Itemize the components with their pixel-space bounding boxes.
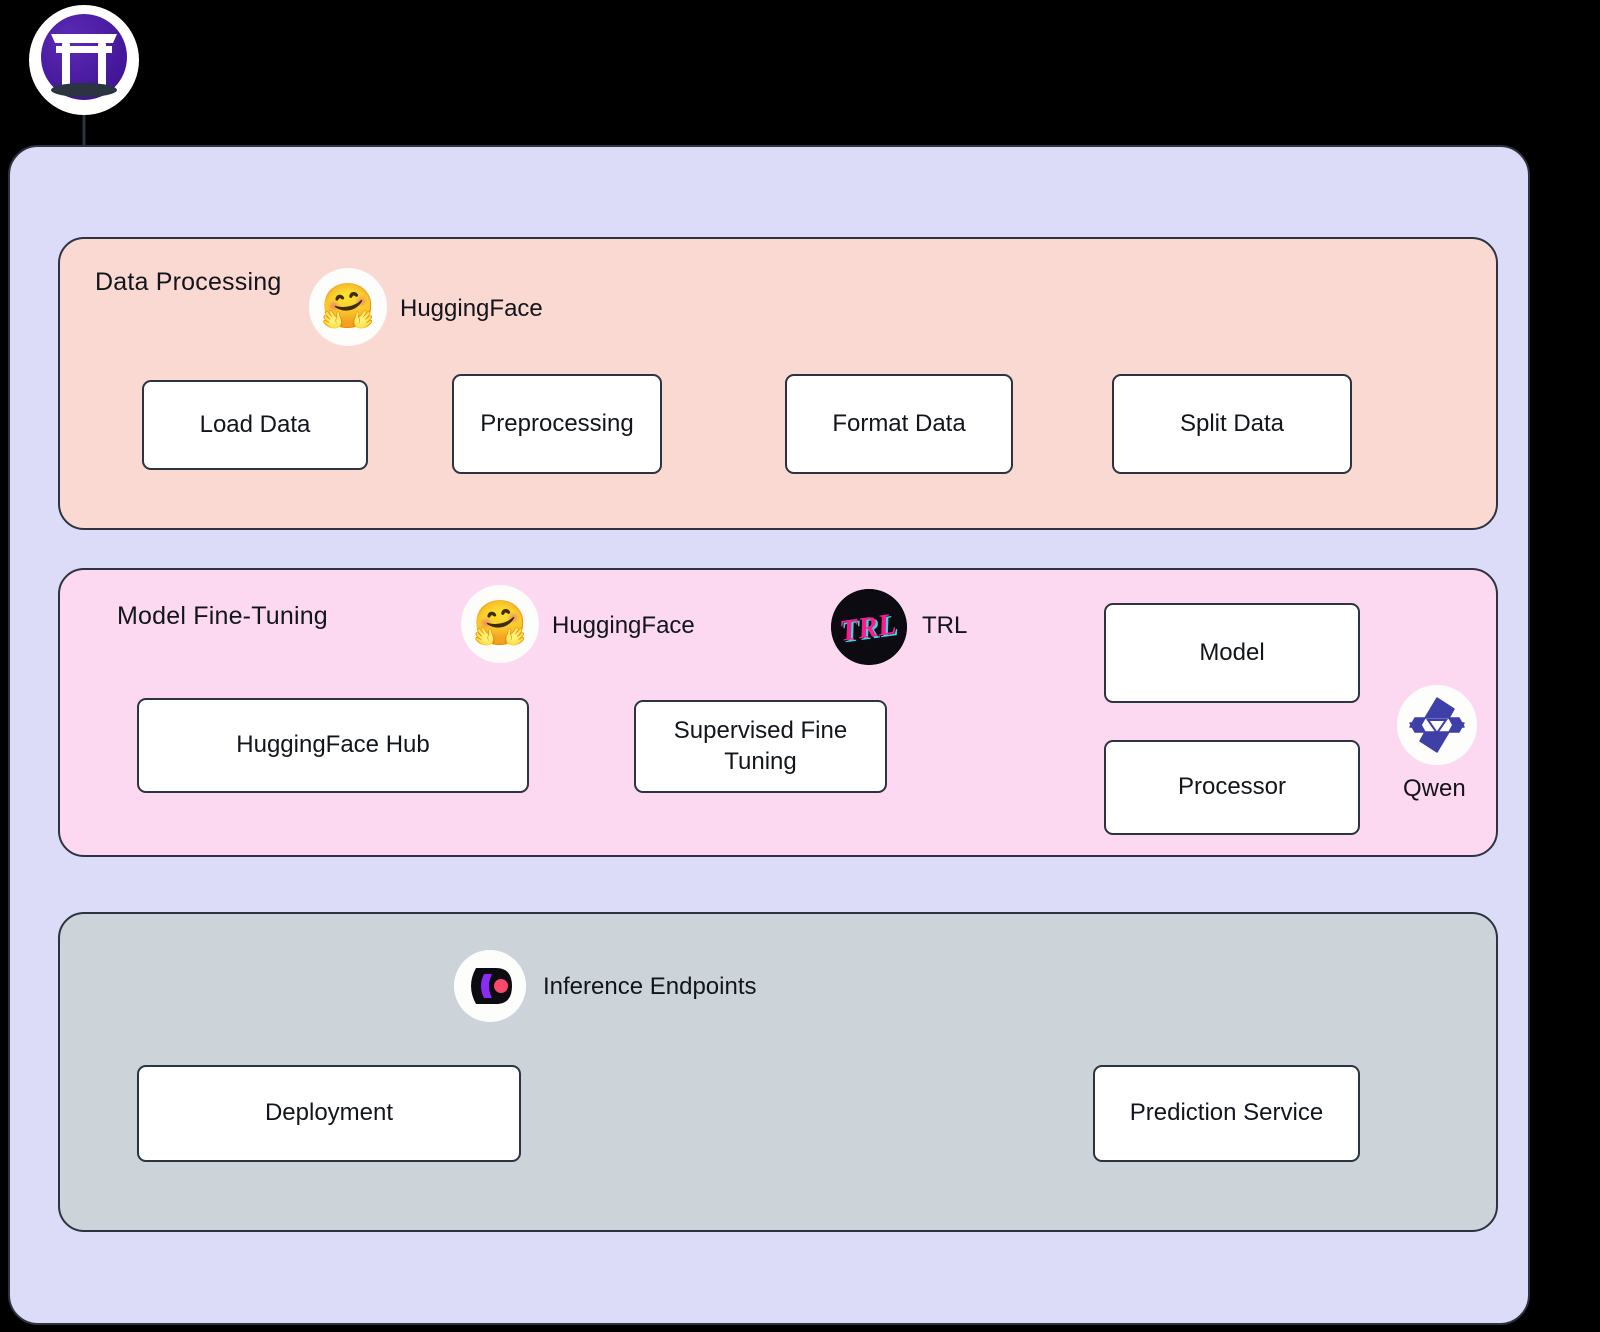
section-title-data-processing: Data Processing (95, 268, 281, 297)
node-preprocessing[interactable]: Preprocessing (452, 374, 662, 474)
node-format-data[interactable]: Format Data (785, 374, 1013, 474)
diagram-canvas: Data Processing Model Fine-Tuning 🤗 Hugg… (0, 0, 1600, 1332)
inference-endpoints-icon[interactable] (454, 950, 526, 1022)
node-split-data[interactable]: Split Data (1112, 374, 1352, 474)
node-prediction-service[interactable]: Prediction Service (1093, 1065, 1360, 1162)
qwen-icon[interactable] (1397, 685, 1477, 765)
trl-icon[interactable]: TRL TRL (831, 589, 907, 665)
trl-glyph: TRL TRL (831, 589, 907, 665)
inference-endpoints-glyph (454, 950, 526, 1022)
node-model[interactable]: Model (1104, 603, 1360, 703)
huggingface-label-data: HuggingFace (400, 295, 543, 323)
node-deployment[interactable]: Deployment (137, 1065, 521, 1162)
huggingface-label-ft: HuggingFace (552, 612, 695, 640)
qwen-label: Qwen (1403, 775, 1466, 803)
qwen-glyph (1397, 685, 1477, 765)
huggingface-icon-data[interactable]: 🤗 (309, 268, 387, 346)
node-huggingface-hub[interactable]: HuggingFace Hub (137, 698, 529, 793)
huggingface-icon-ft[interactable]: 🤗 (461, 585, 539, 663)
node-processor[interactable]: Processor (1104, 740, 1360, 835)
section-title-model-fine-tuning: Model Fine-Tuning (117, 602, 328, 631)
trl-label: TRL (922, 612, 967, 640)
node-load-data[interactable]: Load Data (142, 380, 368, 470)
torii-gate-icon (29, 5, 139, 115)
huggingface-emoji: 🤗 (473, 602, 528, 646)
huggingface-emoji: 🤗 (321, 285, 376, 329)
node-supervised-fine-tuning[interactable]: Supervised Fine Tuning (634, 700, 887, 793)
torii-gate-logo (29, 5, 139, 115)
inference-endpoints-label: Inference Endpoints (543, 973, 756, 1001)
